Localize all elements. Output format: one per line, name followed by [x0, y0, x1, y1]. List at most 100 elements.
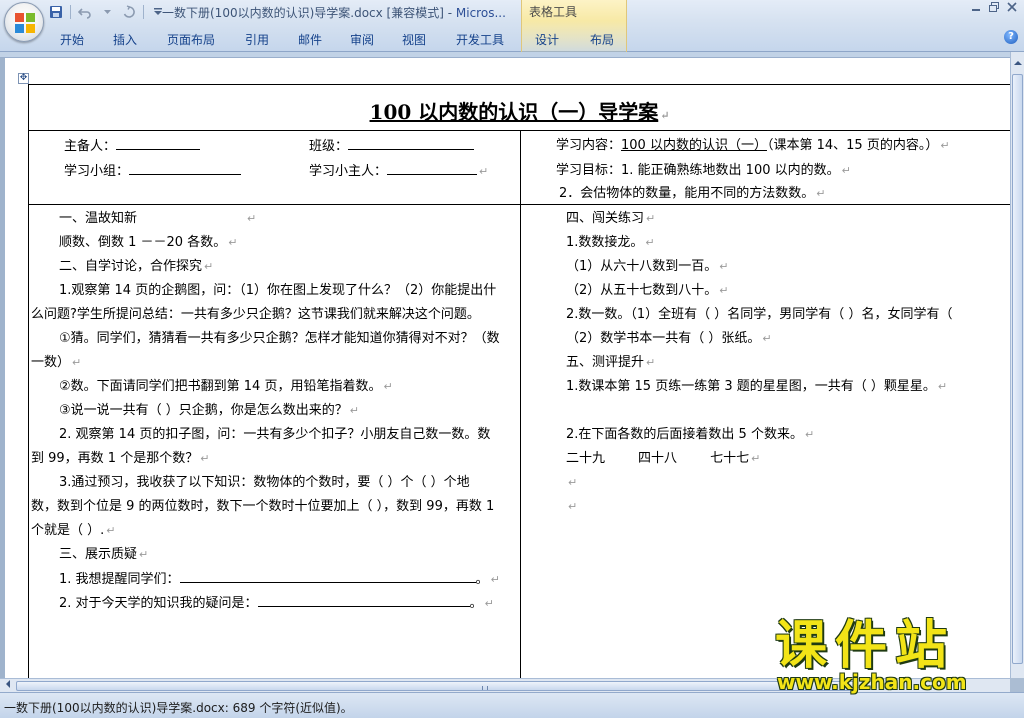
line-text: 3.通过预习，我收获了以下知识：数物体的个数时，要（ ）个（ ）个地 [59, 475, 470, 490]
study-goal-text-1: 学习目标：1. 能正确熟练地数出 100 以内的数。 [556, 163, 840, 178]
body-line: 3.通过预习，我收获了以下知识：数物体的个数时，要（ ）个（ ）个地 [59, 475, 470, 491]
minimize-button[interactable] [970, 2, 982, 14]
grip-icon [482, 686, 488, 690]
paragraph-mark: ↵ [937, 380, 948, 393]
study-host-field[interactable]: 学习小主人： ↵ [309, 163, 488, 180]
tab-mailings[interactable]: 邮件 [284, 29, 336, 49]
section-heading: 四、闯关练习 ↵ [566, 211, 655, 227]
line-text: 1.数课本第 15 页练一练第 3 题的星星图，一共有（ ）颗星星。 [566, 379, 936, 394]
document-page[interactable]: ✥ 100 以内数的认识（一）导学案 ↵ 主备人： 班级： 学习小组： 学习小主人 [5, 58, 1010, 678]
line-text: 2.数一数。（1）全班有（ ）名同学，男同学有（ ）名，女同学有（ [566, 307, 953, 322]
close-button[interactable] [1006, 2, 1018, 14]
line-text: 数，数到个位是 9 的两位数时，数下一个数时十位要加上（ ），数到 99，再数 … [31, 499, 495, 514]
minimize-icon [972, 9, 980, 11]
status-text: 一数下册(100以内数的认识)导学案.docx: 689 个字符(近似值)。 [4, 701, 353, 715]
line-text: 么问题?学生所提问总结：一共有多少只企鹅？这节课我们就来解决这个问题。 [31, 307, 480, 322]
remind-line[interactable]: 1. 我想提醒同学们：。 ↵ [59, 571, 500, 588]
study-content-note: （课本第 14、15 页的内容。） [766, 138, 939, 153]
undo-icon [78, 8, 91, 19]
tab-developer[interactable]: 开发工具 [440, 29, 520, 49]
tab-review[interactable]: 审阅 [336, 29, 388, 49]
section-heading: 三、展示质疑 ↵ [59, 547, 148, 563]
column-divider [520, 130, 521, 678]
move-handle-icon[interactable]: ✥ [18, 73, 29, 84]
paragraph-mark: ↵ [841, 164, 851, 177]
study-group-field[interactable]: 学习小组： [64, 163, 242, 180]
vertical-scrollbar[interactable] [1010, 52, 1024, 678]
paragraph-mark: ↵ [349, 404, 360, 417]
save-button[interactable] [48, 4, 64, 20]
tab-insert[interactable]: 插入 [98, 29, 152, 49]
study-host-label: 学习小主人： [309, 164, 388, 179]
office-button[interactable] [4, 2, 44, 42]
section-heading: 二、自学讨论，合作探究 ↵ [59, 259, 213, 275]
tab-design[interactable]: 设计 [520, 29, 574, 49]
ribbon-tabs: 开始 插入 页面布局 引用 邮件 审阅 视图 开发工具 设计 布局 [46, 29, 630, 49]
window-controls [970, 2, 1018, 14]
paragraph-mark: ↵ [479, 165, 489, 178]
redo-button[interactable] [121, 4, 137, 20]
line-text: 2. 对于今天学的知识我的疑问是： [59, 596, 258, 611]
body-line: 1.数数接龙。 ↵ [566, 235, 655, 251]
study-host-blank[interactable] [387, 163, 478, 175]
paragraph-mark: ↵ [228, 236, 238, 249]
body-line: ②数。下面请同学们把书翻到第 14 页，用铅笔指着数。 ↵ [59, 379, 393, 395]
scroll-up-button[interactable] [1011, 56, 1024, 69]
tab-references[interactable]: 引用 [230, 29, 284, 49]
line-text: 2. 观察第 14 页的扣子图，问：一共有多少个扣子？小朋友自己数一数。数 [59, 427, 491, 442]
section-heading: 五、测评提升 ↵ [566, 355, 655, 371]
body-line: 2.在下面各数的后面接着数出 5 个数来。 ↵ [566, 427, 814, 443]
help-icon[interactable]: ? [1004, 30, 1018, 44]
body-line: ①猜。同学们，猜猜看一共有多少只企鹅？怎样才能知道你猜得对不对？（数 [59, 331, 500, 347]
preparer-blank[interactable] [116, 138, 201, 150]
question-blank[interactable] [257, 595, 470, 607]
study-goal-line-2: 2．会估物体的数量，能用不同的方法数数。 ↵ [559, 186, 826, 202]
class-field[interactable]: 班级： [309, 138, 475, 155]
paragraph-mark: ↵ [751, 452, 761, 465]
tab-page-layout[interactable]: 页面布局 [152, 29, 230, 49]
class-blank[interactable] [348, 138, 475, 150]
line-text: 二十九 四十八 七十七 [566, 451, 750, 466]
body-line: 个就是（ ）. ↵ [31, 523, 115, 539]
body-line: 数，数到个位是 9 的两位数时，数下一个数时十位要加上（ ），数到 99，再数 … [31, 499, 494, 515]
paragraph-mark: ↵ [106, 524, 116, 537]
paragraph-mark: ↵ [204, 260, 214, 273]
tab-home[interactable]: 开始 [46, 29, 98, 49]
paragraph-mark: ↵ [484, 597, 494, 610]
line-text: 顺数、倒数 1 －－20 各数。 [59, 235, 227, 250]
title-and-ribbon-bar: 一数下册(100以内数的认识)导学案.docx [兼容模式] - Micros.… [0, 0, 1024, 52]
study-content-label: 学习内容： [556, 138, 622, 153]
body-line: 一数） ↵ [31, 355, 81, 371]
remind-blank[interactable] [179, 571, 476, 583]
line-text: 到 99，再数 1 个是那个数？ [31, 451, 199, 466]
line-text: 1.观察第 14 页的企鹅图，问：（1）你在图上发现了什么？（2）你能提出什 [59, 283, 497, 298]
horizontal-scroll-thumb[interactable] [16, 681, 856, 691]
paragraph-mark: ↵ [139, 548, 149, 561]
class-label: 班级： [309, 139, 349, 154]
body-line: （2）数学书本一共有（ ）张纸。 ↵ [566, 331, 772, 347]
office-logo-icon [15, 13, 35, 33]
tab-view[interactable]: 视图 [388, 29, 440, 49]
document-name: 一数下册(100以内数的认识)导学案.docx [兼容模式] - [162, 6, 456, 20]
body-line: ③说一说一共有（ ）只企鹅，你是怎么数出来的？ ↵ [59, 403, 359, 419]
document-area: ✥ 100 以内数的认识（一）导学案 ↵ 主备人： 班级： 学习小组： 学习小主人 [0, 52, 1010, 678]
body-line: 到 99，再数 1 个是那个数？ ↵ [31, 451, 209, 467]
study-group-blank[interactable] [129, 163, 242, 175]
paragraph-mark: ↵ [719, 284, 729, 297]
paragraph-mark: ↵ [940, 139, 950, 152]
tab-layout[interactable]: 布局 [574, 29, 630, 49]
study-goal-text-2: 2．会估物体的数量，能用不同的方法数数。 [559, 186, 815, 201]
question-line[interactable]: 2. 对于今天学的知识我的疑问是：。 ↵ [59, 595, 494, 612]
paragraph-mark: ↵ [568, 476, 578, 489]
quick-access-toolbar [48, 3, 166, 21]
paragraph-mark: ↵ [646, 356, 656, 369]
line-text: 二、自学讨论，合作探究 [59, 259, 203, 274]
line-text: 2.在下面各数的后面接着数出 5 个数来。 [566, 427, 803, 442]
vertical-scroll-thumb[interactable] [1012, 74, 1023, 664]
undo-dropdown[interactable] [99, 4, 115, 20]
undo-button[interactable] [77, 4, 93, 20]
restore-button[interactable] [988, 2, 1000, 14]
scroll-left-button[interactable] [2, 680, 14, 692]
preparer-field[interactable]: 主备人： [64, 138, 201, 155]
line-text: 五、测评提升 [566, 355, 645, 370]
